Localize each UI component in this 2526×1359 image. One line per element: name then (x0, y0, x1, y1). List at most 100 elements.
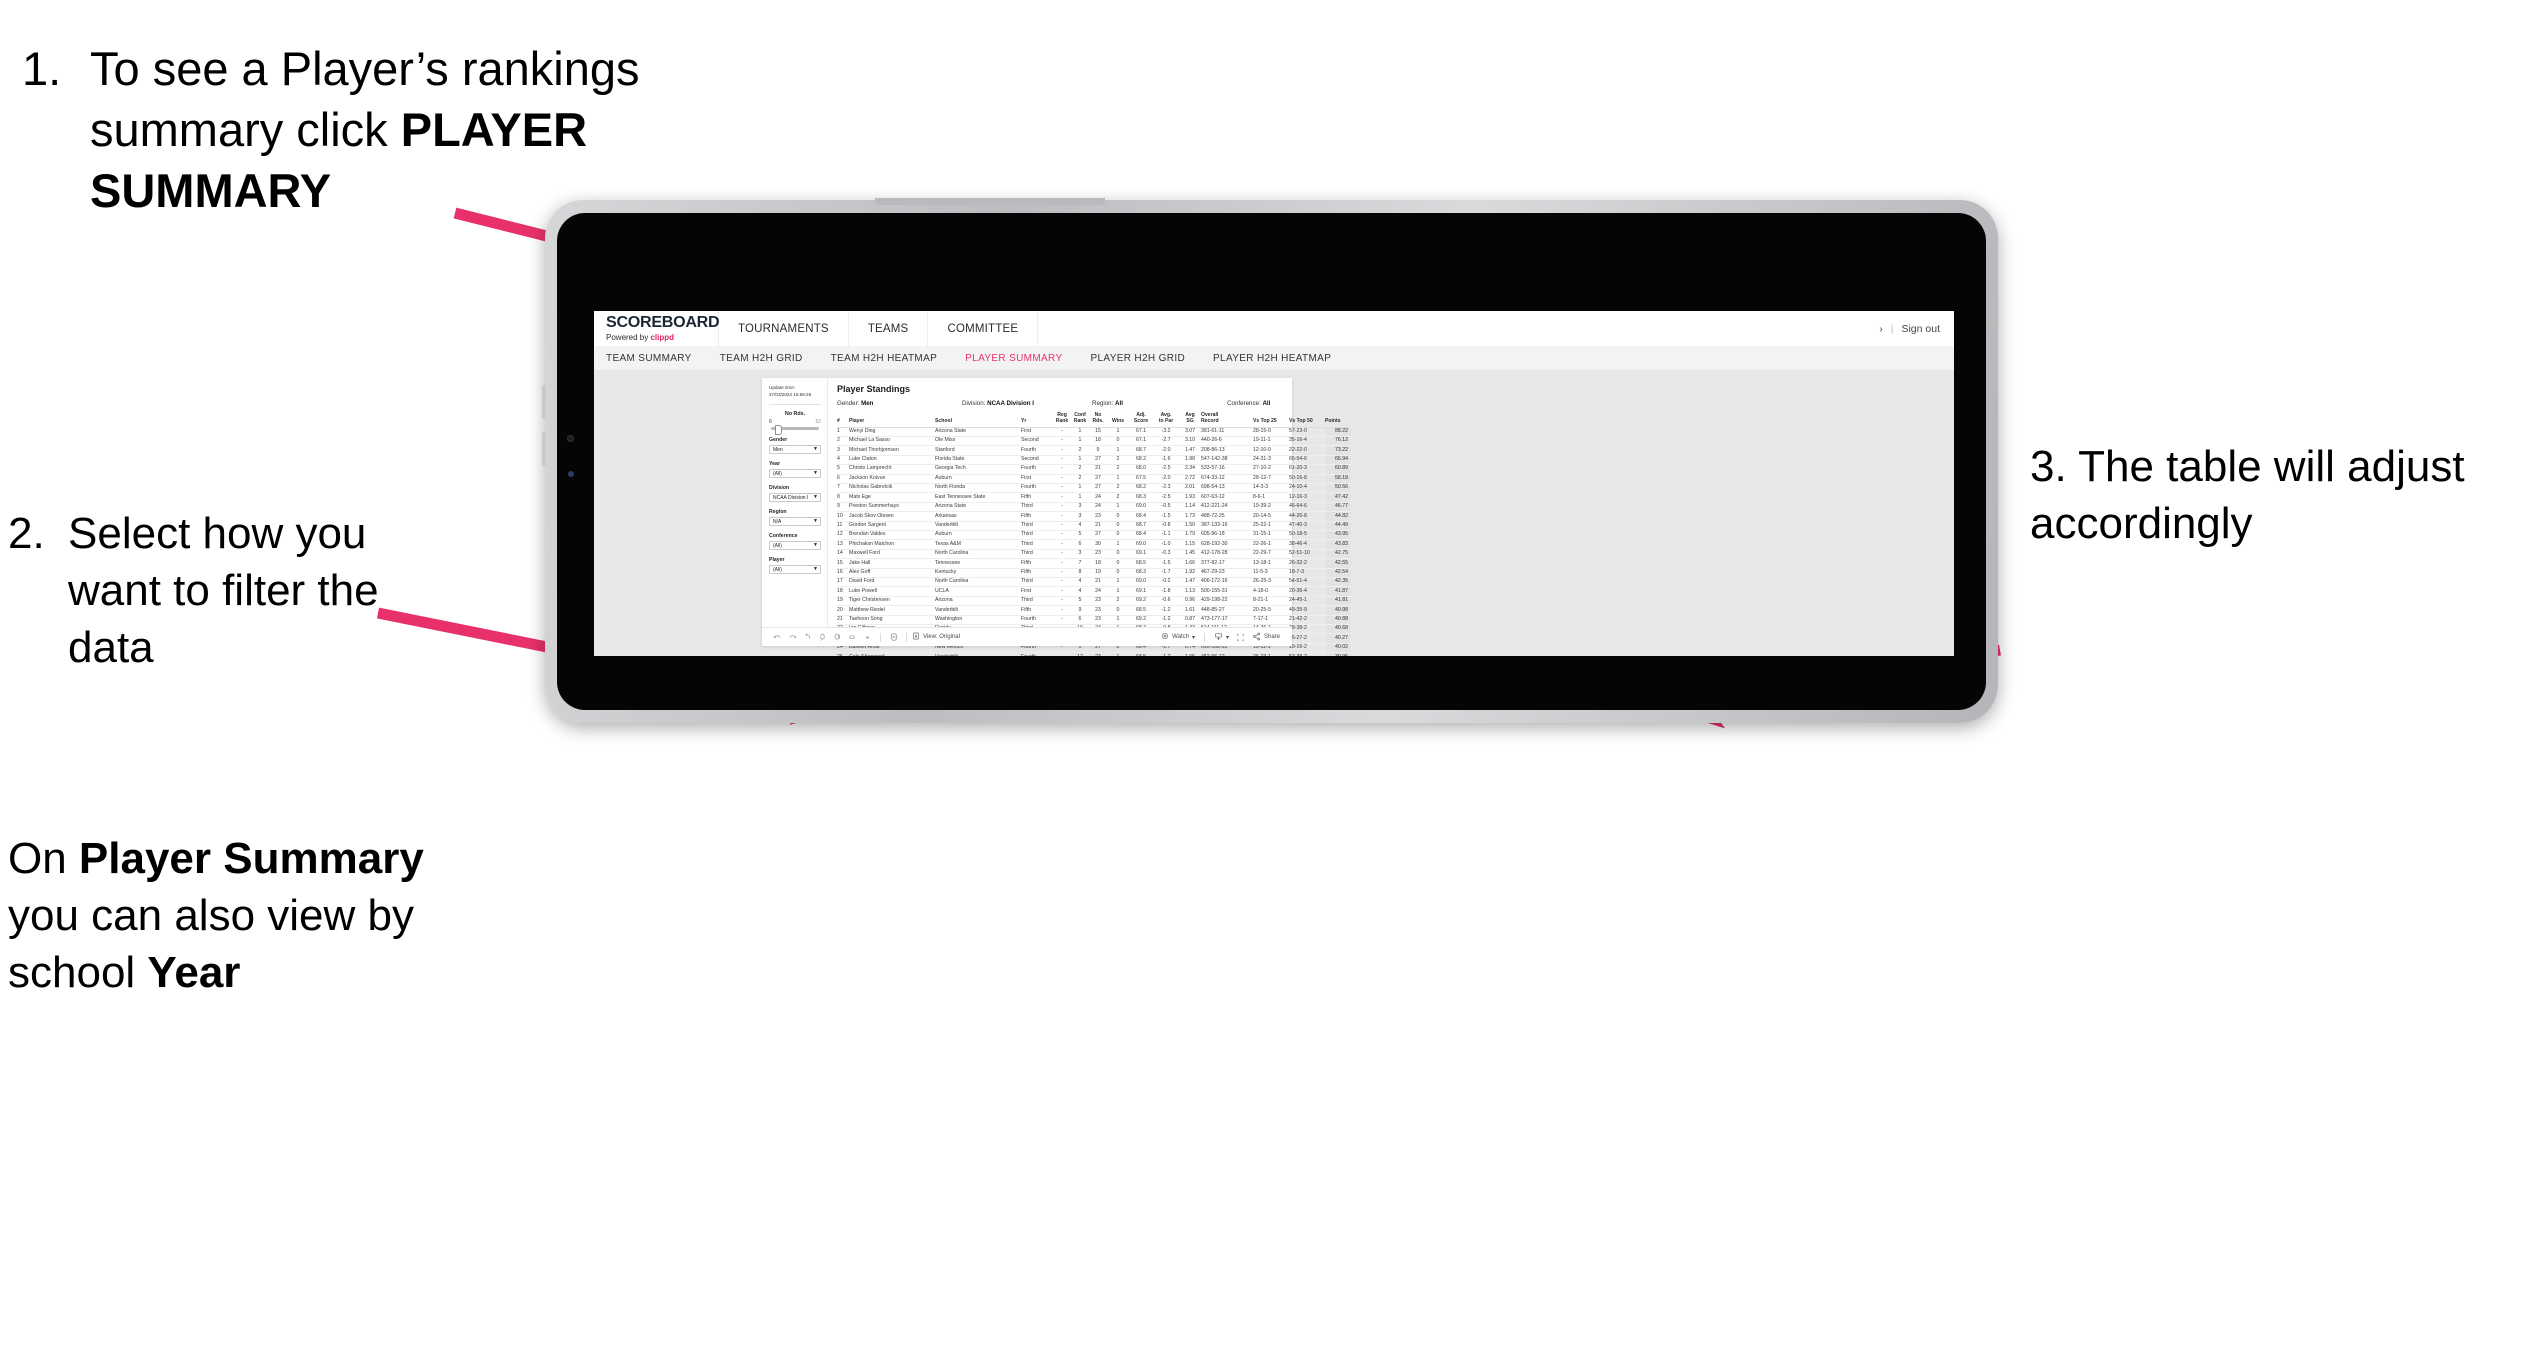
col-avg-sg[interactable]: Avg SG (1179, 412, 1201, 428)
col-vs-top-25[interactable]: Vs Top 25 (1253, 412, 1289, 428)
cell-adj-score: 68.2 (1129, 483, 1153, 494)
col-school[interactable]: School (935, 412, 1021, 428)
table-row[interactable]: 14 Maxwell Ford North Carolina Third -3 23 0 69… (837, 549, 1351, 560)
filter-player-select[interactable]: (All) ▼ (769, 565, 821, 575)
dashboard-canvas: Update time: 27/03/2024 16:56:26 No Rds.… (594, 370, 1954, 656)
col-avg-to-par[interactable]: Avg. to Par (1153, 412, 1179, 428)
cell-rank: 25 (837, 652, 849, 656)
pause-auto-update-icon[interactable] (886, 632, 901, 642)
col-player[interactable]: Player (849, 412, 935, 428)
col-no-rds[interactable]: No Rds. (1089, 412, 1107, 428)
cell-avg-to-par: -1.2 (1153, 652, 1179, 656)
cell-vs-top-25: 27-10-2 (1253, 464, 1289, 475)
cell-wins: 1 (1107, 586, 1129, 597)
col-vs-top-50[interactable]: Vs Top 50 (1289, 412, 1325, 428)
chevron-down-icon: ▾ (1225, 634, 1229, 641)
cell-conf-rank: 4 (1071, 521, 1089, 531)
filter-region-select[interactable]: N/A ▼ (769, 517, 821, 527)
cell-avg-sg: 3.10 (1179, 436, 1201, 447)
chevron-down-icon[interactable] (860, 634, 875, 641)
cell-avg-sg: 0.87 (1179, 615, 1201, 626)
cell-vs-top-50: 24-10-4 (1289, 483, 1325, 494)
table-row[interactable]: 2 Michael La Sasso Ole Miss Second -1 18 0 67.1… (837, 436, 1351, 447)
filter-no-rounds-label: No Rds. (784, 411, 806, 418)
table-row[interactable]: 7 Nicholas Gabrelcik North Florida Fourth -1… (837, 483, 1351, 494)
table-row[interactable]: 8 Mats Ege East Tennessee State Fifth -1 24 2 6… (837, 492, 1351, 503)
undo-icon[interactable] (770, 633, 785, 642)
table-row[interactable]: 3 Michael Thorbjornsen Stanford Fourth -2 9 1 6… (837, 445, 1351, 456)
table-row[interactable]: 13 Phichaksn Maichon Texas A&M Third -6 30 1 69… (837, 539, 1351, 550)
volume-down-button[interactable] (542, 432, 546, 466)
highlight-icon[interactable] (845, 633, 860, 642)
annotation-step-2: 2. Select how you want to filter the dat… (8, 505, 428, 677)
table-row[interactable]: 16 Alex Goff Kentucky Fifth -8 19 0 68.3 -1.7 1.9… (837, 568, 1351, 579)
table-row[interactable]: 12 Brendan Valdes Auburn Third -5 27 0 68.4 -1.1… (837, 530, 1351, 541)
table-row[interactable]: 11 Gordon Sargent Vanderbilt Third -4 21 0 68.7… (837, 521, 1351, 531)
tab-player-summary[interactable]: PLAYER SUMMARY (951, 353, 1076, 364)
tab-player-h2h-heatmap[interactable]: PLAYER H2H HEATMAP (1199, 353, 1345, 364)
refresh-icon[interactable] (815, 633, 830, 642)
cell-conf-rank: 3 (1071, 549, 1089, 560)
meta-division-value: NCAA Division I (987, 400, 1034, 407)
table-row[interactable]: 10 Jacob Skov Olesen Arkansas Fifth -3 23 0 68.… (837, 511, 1351, 522)
table-row[interactable]: 5 Christo Lamprecht Georgia Tech Fourth -2 21… (837, 464, 1351, 475)
cell-no-rds: 24 (1089, 586, 1107, 597)
table-row[interactable]: 20 Matthew Riedel Vanderbilt Fifth -9 23 0 68.5… (837, 605, 1351, 616)
cell-overall-record: 467-29-23 (1201, 568, 1253, 579)
watch-button[interactable]: Watch ▾ (1161, 632, 1195, 642)
cell-wins: 2 (1107, 464, 1129, 475)
nav-item-tournaments[interactable]: TOURNAMENTS (718, 311, 849, 346)
slider-handle[interactable] (774, 424, 782, 435)
col-points[interactable]: Points (1325, 412, 1351, 428)
cell-school: Auburn (935, 474, 1021, 484)
filter-year-select[interactable]: (All) ▼ (769, 469, 821, 479)
table-row[interactable]: 19 Tiger Christensen Arizona Third -5 23 2 69.2… (837, 596, 1351, 607)
col-conf-rank[interactable]: Conf Rank (1071, 412, 1089, 428)
tab-team-summary[interactable]: TEAM SUMMARY (594, 353, 706, 364)
filter-gender-select[interactable]: Men ▼ (769, 445, 821, 455)
tab-team-h2h-grid[interactable]: TEAM H2H GRID (706, 353, 817, 364)
table-row[interactable]: 25Cole SherwoodVanderbiltFourth-1223168.… (837, 652, 1351, 656)
filter-conference-select[interactable]: (All) ▼ (769, 541, 821, 551)
view-original-button[interactable]: View: Original (912, 632, 960, 642)
redo-icon[interactable] (785, 633, 800, 642)
slider-track[interactable] (771, 424, 819, 435)
sign-out-link[interactable]: Sign out (1901, 323, 1940, 335)
table-row[interactable]: 15 Jake Hall Tennessee Fifth -7 18 0 68.5 -1.5 1.… (837, 558, 1351, 569)
filter-no-rounds: No Rds. 6 52 (769, 411, 821, 435)
cell-rank: 2 (837, 436, 849, 447)
share-button[interactable]: Share (1252, 632, 1280, 643)
cell-conf-rank: 1 (1071, 427, 1089, 437)
col-reg-rank[interactable]: Reg Rank (1053, 412, 1071, 428)
filter-division-select[interactable]: NCAA Division I ▼ (769, 493, 821, 503)
table-row[interactable]: 1 Wenyi Ding Arizona State First -1 15 1 67.1 -3… (837, 427, 1351, 437)
table-row[interactable]: 21 Taehoon Song Washington Fourth -6 23 1 69.2-… (837, 615, 1351, 626)
col-adj-score[interactable]: Adj. Score (1129, 412, 1153, 428)
download-button[interactable]: ▾ (1214, 632, 1229, 643)
nav-item-teams[interactable]: TEAMS (849, 311, 929, 346)
col-overall-record[interactable]: Overall Record (1201, 412, 1253, 428)
table-row[interactable]: 18 Luke Powell UCLA First -4 24 1 69.1 -1.8 1.13 5… (837, 586, 1351, 597)
annotation-step-2-number: 2. (8, 509, 45, 558)
col-yr[interactable]: Yr (1021, 412, 1053, 428)
fullscreen-icon[interactable] (1233, 633, 1248, 642)
cell-rank: 3 (837, 445, 849, 456)
table-row[interactable]: 9 Preston Summerhays Arizona State Third -3 2… (837, 502, 1351, 513)
cell-vs-top-50: 57-23-0 (1289, 427, 1325, 437)
tab-team-h2h-heatmap[interactable]: TEAM H2H HEATMAP (817, 353, 952, 364)
volume-up-button[interactable] (542, 385, 546, 419)
revert-icon[interactable] (800, 633, 815, 642)
table-row[interactable]: 4 Luke Claton Florida State Second -1 27 2 68.2… (837, 455, 1351, 466)
app-logo[interactable]: SCOREBOARD Powered by clippd (606, 315, 720, 342)
col-rank[interactable]: # (837, 412, 849, 428)
tab-player-h2h-grid[interactable]: PLAYER H2H GRID (1076, 353, 1199, 364)
nav-item-committee[interactable]: COMMITTEE (928, 311, 1039, 346)
table-row[interactable]: 6 Jackson Koivun Auburn First -2 27 1 67.5 -2.0 2… (837, 474, 1351, 484)
col-wins[interactable]: Wins (1107, 412, 1129, 428)
cell-yr: Third (1021, 502, 1053, 513)
pause-icon[interactable] (830, 633, 845, 642)
account-chevron-icon[interactable]: › (1879, 323, 1883, 335)
cell-yr: Fourth (1021, 615, 1053, 626)
cell-reg-rank: - (1053, 445, 1071, 456)
table-row[interactable]: 17 David Ford North Carolina Third -4 21 1 69.0… (837, 577, 1351, 588)
